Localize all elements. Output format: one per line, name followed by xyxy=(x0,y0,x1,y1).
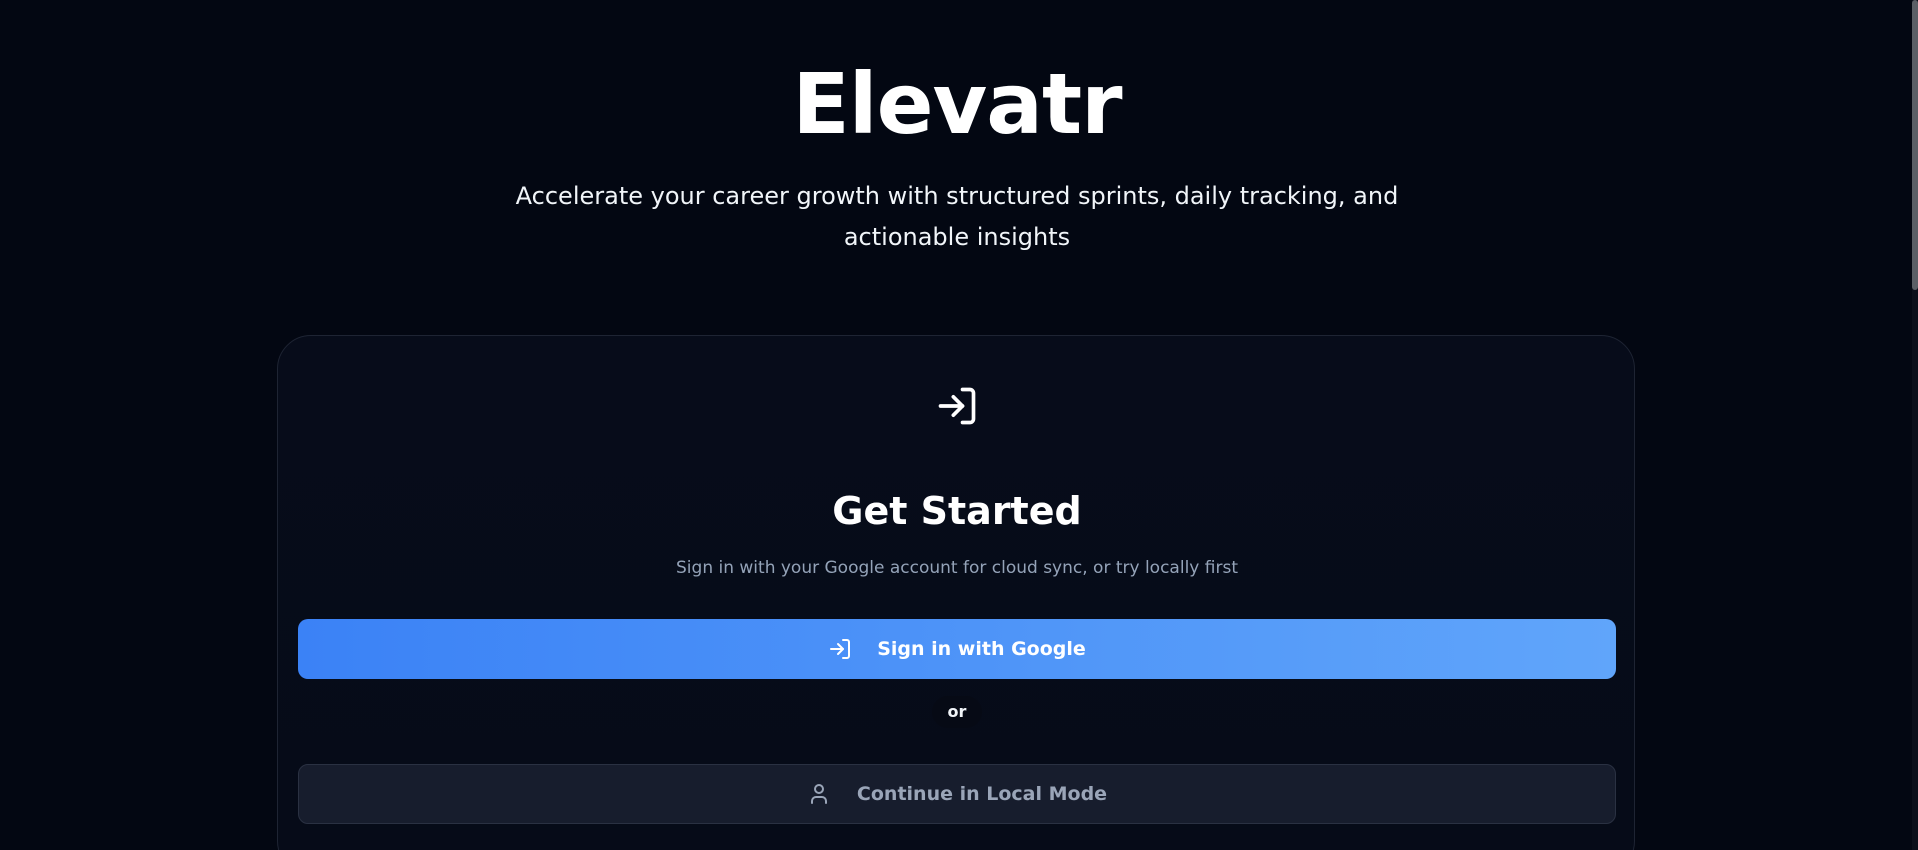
scrollbar-thumb[interactable] xyxy=(1912,0,1918,290)
or-divider: or xyxy=(932,696,982,728)
continue-local-mode-label: Continue in Local Mode xyxy=(856,783,1108,805)
brand-title: Elevatr xyxy=(792,55,1122,153)
user-icon xyxy=(807,782,831,806)
sign-in-with-google-label: Sign in with Google xyxy=(877,638,1086,660)
log-in-icon xyxy=(935,384,979,428)
login-page: Elevatr Accelerate your career growth wi… xyxy=(0,0,1918,850)
get-started-card: Get Started Sign in with your Google acc… xyxy=(277,335,1635,850)
log-in-icon xyxy=(828,637,852,661)
brand-tagline: Accelerate your career growth with struc… xyxy=(515,182,1399,251)
card-subtitle: Sign in with your Google account for clo… xyxy=(676,558,1238,578)
sign-in-with-google-button[interactable]: Sign in with Google xyxy=(298,619,1616,679)
continue-local-mode-button[interactable]: Continue in Local Mode xyxy=(298,764,1616,824)
vertical-scrollbar[interactable] xyxy=(1912,0,1918,850)
card-title: Get Started xyxy=(832,489,1082,533)
